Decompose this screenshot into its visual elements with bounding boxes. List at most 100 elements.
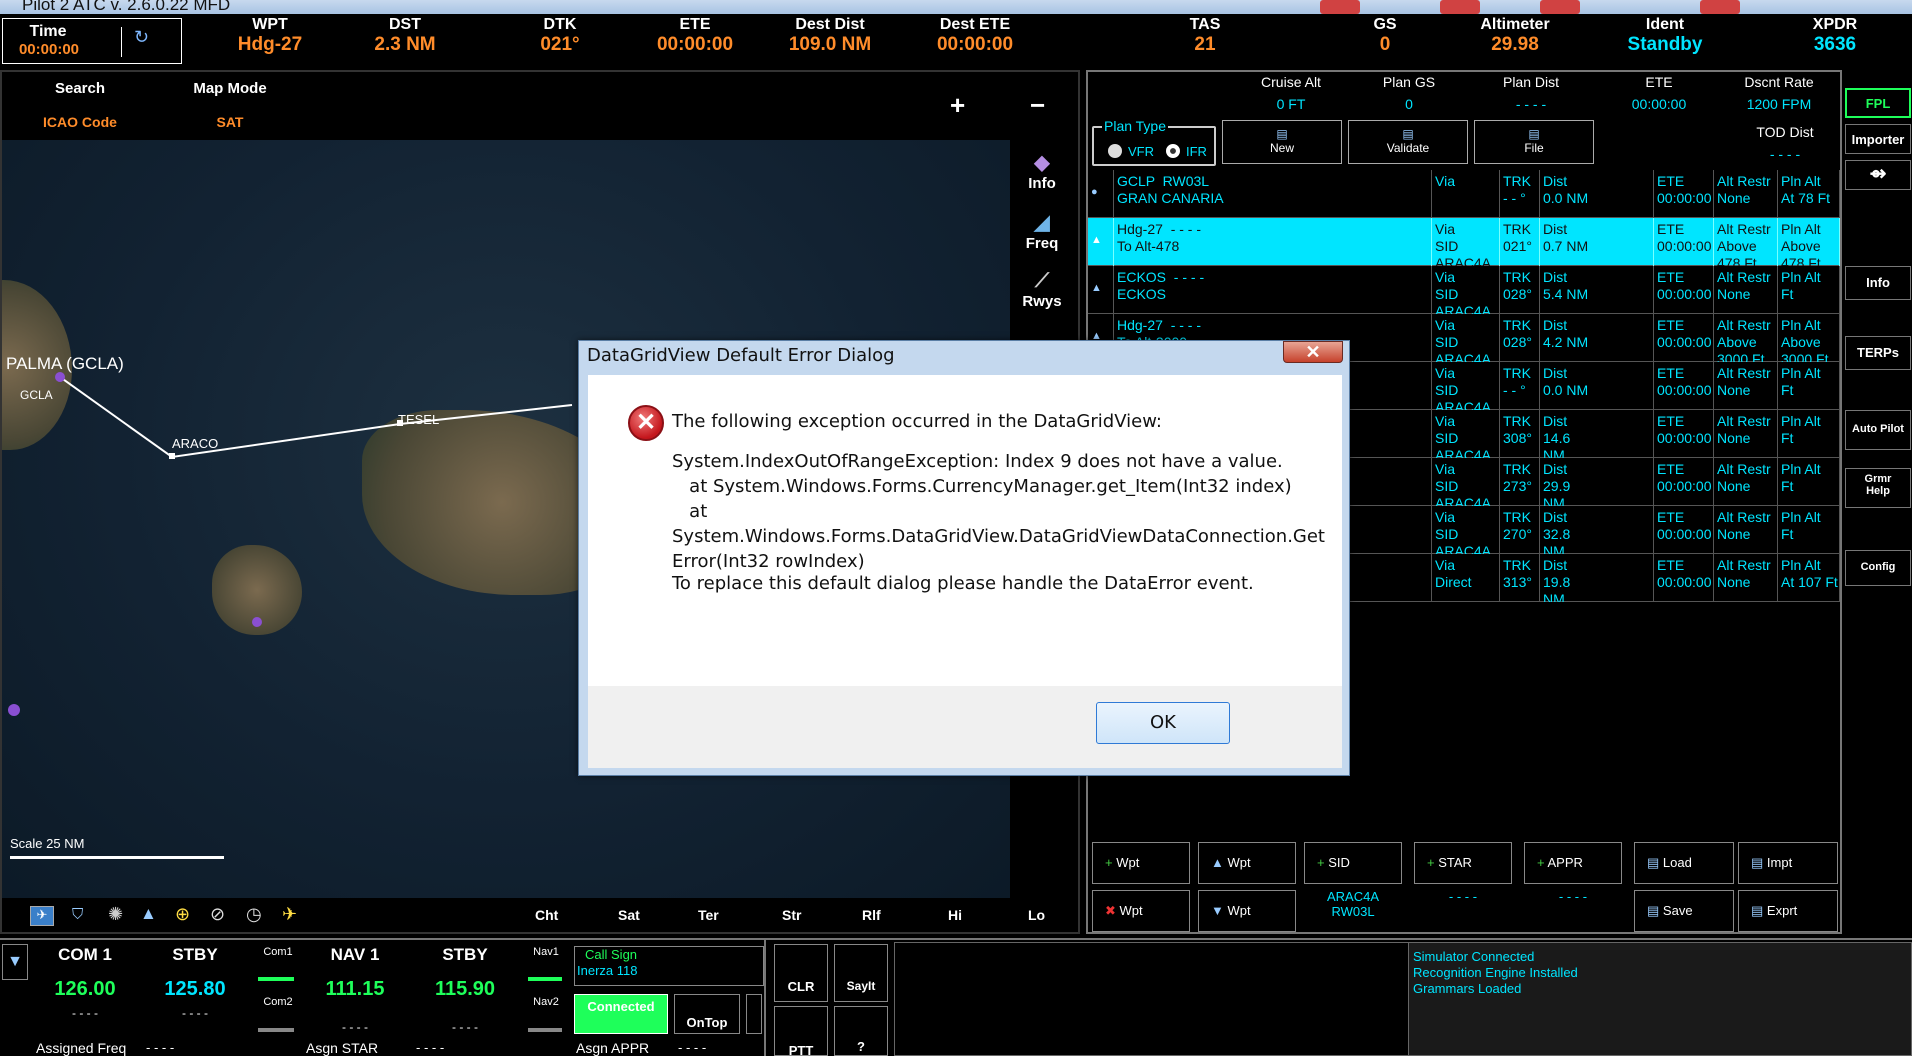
map-mode-value[interactable]: SAT xyxy=(200,114,260,130)
map-info-button[interactable]: ◆ Info xyxy=(1012,150,1072,192)
map-freq-button[interactable]: ◢ Freq xyxy=(1012,210,1072,252)
export-button[interactable]: ▤ Exprt xyxy=(1738,890,1838,932)
sidebar-terps[interactable]: TERPs xyxy=(1845,336,1911,370)
map-freq-label: Freq xyxy=(1025,235,1059,252)
clr-button[interactable]: CLR xyxy=(774,944,828,1002)
sidebar-info[interactable]: Info xyxy=(1845,266,1911,300)
topbar-gs: GS 0 xyxy=(1330,16,1440,66)
chevron-down-icon[interactable]: ▼ xyxy=(2,944,28,980)
help-button[interactable]: ? xyxy=(834,1006,888,1056)
cell-trk: TRK 273° xyxy=(1500,458,1540,506)
move-up-button[interactable]: ▲ Wpt xyxy=(1198,842,1296,884)
sidebar-grammar-help[interactable]: Grmr Help xyxy=(1845,468,1911,508)
fp-header-value[interactable]: 1200 FPM xyxy=(1724,96,1834,112)
nav2-select[interactable]: Nav2 xyxy=(528,996,564,1008)
refresh-icon[interactable]: ↻ xyxy=(121,27,161,57)
connected-button[interactable]: Connected xyxy=(574,994,668,1034)
com1-active-freq[interactable]: 126.00 xyxy=(40,978,130,1001)
topbar-label: ETE xyxy=(679,16,711,33)
callsign-box[interactable]: Call Sign Inerza 118 xyxy=(574,946,764,986)
map-scale: Scale 25 NM xyxy=(10,836,85,851)
zoom-out-icon[interactable]: − xyxy=(1030,90,1045,121)
ifr-radio[interactable] xyxy=(1166,144,1180,158)
scroll-right[interactable] xyxy=(746,994,762,1034)
table-row[interactable]: ▲ Hdg-27 - - - - To Alt-478 Via SID ARAC4A… xyxy=(1088,218,1840,266)
plan-type-box: Plan Type VFR IFR xyxy=(1092,118,1216,166)
move-down-button[interactable]: ▼ Wpt xyxy=(1198,890,1296,932)
map-layer-rlf[interactable]: Rlf xyxy=(862,907,881,923)
airport-icon[interactable]: ⊕ xyxy=(175,904,190,925)
cell-ete: ETE 00:00:00 xyxy=(1654,458,1714,506)
import-icon: ▤ xyxy=(1751,855,1764,870)
com2-select[interactable]: Com2 xyxy=(258,996,298,1008)
search-input[interactable]: ICAO Code xyxy=(30,114,130,130)
delete-wpt-button[interactable]: ✖ Wpt xyxy=(1092,890,1190,932)
validate-button[interactable]: ▤ Validate xyxy=(1348,120,1468,164)
fp-header-value[interactable]: 0 xyxy=(1354,96,1464,112)
fp-header-value[interactable]: - - - - xyxy=(1476,96,1586,112)
cell-dist: Dist 0.0 NM xyxy=(1540,170,1654,218)
load-button[interactable]: ▤ Load xyxy=(1634,842,1734,884)
ok-button[interactable]: OK xyxy=(1096,702,1230,744)
com1-stby-freq[interactable]: 125.80 xyxy=(150,978,240,1001)
sidebar-importer[interactable]: Importer xyxy=(1845,124,1911,154)
vor-icon[interactable]: ✺ xyxy=(108,904,123,925)
table-row[interactable]: ● GCLP RW03L GRAN CANARIA Via TRK - - ° Dist… xyxy=(1088,170,1840,218)
nav1-select[interactable]: Nav1 xyxy=(528,946,564,958)
runway-filter-icon[interactable]: ⊘ xyxy=(210,904,225,925)
add-wpt-button[interactable]: + Wpt xyxy=(1092,842,1190,884)
cell-dist: Dist 4.2 NM xyxy=(1540,314,1654,362)
file-button[interactable]: ▤ File xyxy=(1474,120,1594,164)
map-layer-ter[interactable]: Ter xyxy=(698,907,719,923)
vfr-label: VFR xyxy=(1128,144,1154,159)
sayit-button[interactable]: SayIt xyxy=(834,944,888,1002)
com1-stby-label: STBY xyxy=(172,945,218,964)
nav1-active-freq[interactable]: 111.15 xyxy=(310,978,400,1001)
table-row[interactable]: ▲ ECKOS - - - - ECKOS Via SID ARAC4A TRK 02… xyxy=(1088,266,1840,314)
sidebar-config[interactable]: Config xyxy=(1845,550,1911,586)
cell-alt: Alt Restr Above 3000 Ft xyxy=(1714,314,1778,362)
callsign-label: Call Sign xyxy=(585,947,638,962)
close-icon[interactable]: ✕ xyxy=(1283,341,1343,363)
airport-label[interactable]: PALMA (GCLA) xyxy=(6,354,124,374)
cell-alt: Alt Restr None xyxy=(1714,266,1778,314)
sidebar-autopilot[interactable]: Auto Pilot xyxy=(1845,410,1911,450)
import-button[interactable]: ▤ Impt xyxy=(1738,842,1838,884)
new-plan-button[interactable]: ▤ New xyxy=(1222,120,1342,164)
fp-header-value[interactable]: 0 FT xyxy=(1236,96,1346,112)
star-button[interactable]: + STAR xyxy=(1414,842,1512,884)
sidebar-fpl[interactable]: FPL xyxy=(1845,88,1911,118)
shield-icon[interactable]: ⛉ xyxy=(72,906,83,923)
ptt-button[interactable]: PTT xyxy=(774,1006,828,1056)
nav1-stby-freq[interactable]: 115.90 xyxy=(420,978,510,1001)
cell-ete: ETE 00:00:00 xyxy=(1654,170,1714,218)
plane-center-icon[interactable]: ✈ xyxy=(30,906,54,926)
cell-via: Via SID ARAC4A xyxy=(1432,362,1500,410)
map-layer-sat[interactable]: Sat xyxy=(618,907,640,923)
map-layer-lo[interactable]: Lo xyxy=(1028,907,1045,923)
callsign-value[interactable]: Inerza 118 xyxy=(577,963,637,978)
route-icon[interactable]: ⇴ xyxy=(1845,160,1911,190)
map-layer-cht[interactable]: Cht xyxy=(535,907,558,923)
clock-icon[interactable]: ◷ xyxy=(246,904,262,925)
error-icon: ✕ xyxy=(628,405,664,441)
map-rwys-button[interactable]: ⟋ Rwys xyxy=(1012,270,1072,310)
map-layer-str[interactable]: Str xyxy=(782,907,801,923)
vfr-radio[interactable] xyxy=(1108,144,1122,158)
waypoint-icon[interactable]: ▲ xyxy=(140,904,157,924)
sid-button[interactable]: + SID xyxy=(1304,842,1402,884)
dialog-title: DataGridView Default Error Dialog xyxy=(587,345,895,366)
fp-header-value[interactable]: 00:00:00 xyxy=(1604,96,1714,112)
com1-select[interactable]: Com1 xyxy=(258,946,298,958)
ontop-button[interactable]: OnTop xyxy=(674,994,740,1034)
appr-button[interactable]: + APPR xyxy=(1524,842,1622,884)
grid-button-label: STAR xyxy=(1438,855,1472,870)
zoom-in-icon[interactable]: + xyxy=(950,90,965,121)
fp-header-label: Dscnt Rate xyxy=(1744,74,1814,90)
traffic-icon[interactable]: ✈ xyxy=(282,904,297,925)
map-rwys-label: Rwys xyxy=(1022,293,1062,310)
save-button[interactable]: ▤ Save xyxy=(1634,890,1734,932)
map-layer-hi[interactable]: Hi xyxy=(948,907,962,923)
topbar-ident: Ident Standby xyxy=(1610,16,1720,66)
topbar-label: DST xyxy=(389,16,421,33)
